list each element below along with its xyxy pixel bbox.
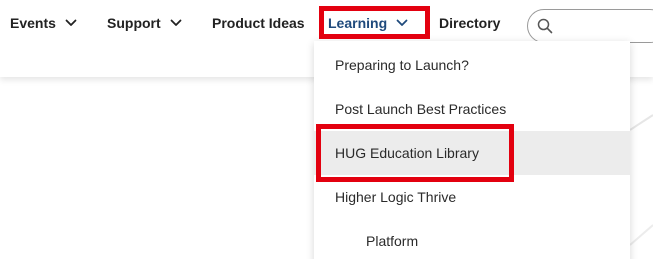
chevron-down-icon — [170, 19, 182, 26]
menu-item-hug-education-library[interactable]: HUG Education Library — [314, 131, 630, 175]
nav-item-label: Events — [10, 15, 56, 31]
menu-item-higher-logic-thrive[interactable]: Higher Logic Thrive — [314, 175, 630, 219]
nav-item-label: Support — [107, 15, 161, 31]
search-input[interactable] — [527, 9, 653, 43]
menu-item-preparing-to-launch[interactable]: Preparing to Launch? — [314, 43, 630, 87]
chevron-down-icon — [65, 19, 77, 26]
nav-item-support[interactable]: Support — [107, 13, 182, 33]
nav-item-label: Directory — [439, 15, 501, 31]
search-icon — [537, 18, 553, 34]
nav-item-events[interactable]: Events — [10, 13, 77, 33]
menu-item-platform[interactable]: Platform — [314, 219, 630, 259]
nav-item-label: Product Ideas — [212, 15, 305, 31]
menu-item-label: HUG Education Library — [335, 145, 479, 161]
menu-item-label: Post Launch Best Practices — [335, 101, 507, 117]
nav-item-learning[interactable]: Learning — [328, 13, 408, 33]
learning-dropdown-menu: Preparing to Launch? Post Launch Best Pr… — [314, 41, 630, 259]
page: Events Support Product Ideas Learning Di… — [0, 0, 653, 259]
chevron-down-icon — [396, 19, 408, 26]
menu-item-label: Platform — [366, 233, 419, 249]
nav-item-directory[interactable]: Directory — [439, 13, 500, 33]
nav-item-product-ideas[interactable]: Product Ideas — [212, 13, 305, 33]
nav-item-label: Learning — [328, 15, 388, 31]
menu-item-label: Higher Logic Thrive — [335, 189, 457, 205]
menu-item-label: Preparing to Launch? — [335, 57, 469, 73]
menu-item-post-launch-best-practices[interactable]: Post Launch Best Practices — [314, 87, 630, 131]
